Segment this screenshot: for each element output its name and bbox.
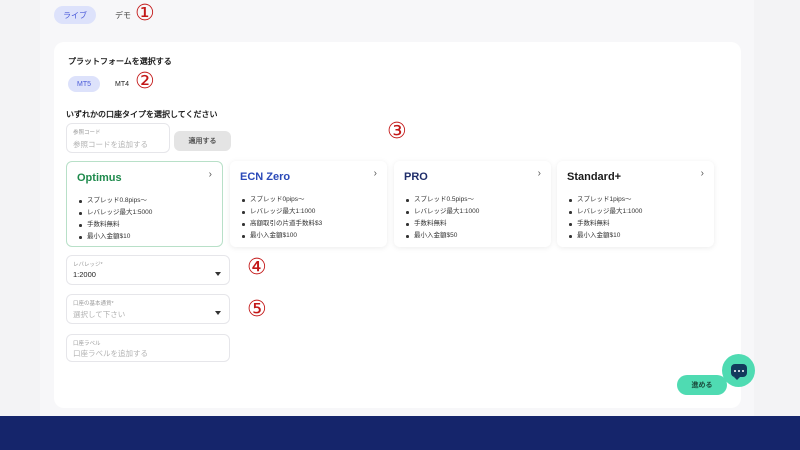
feature-item: 最小入金額$50	[405, 230, 479, 242]
referral-code-placeholder: 参照コードを追加する	[73, 140, 148, 149]
chat-icon	[730, 364, 747, 380]
account-label-field[interactable]: 口座ラベル 口座ラベルを追加する	[66, 334, 230, 362]
chat-button[interactable]	[722, 354, 755, 387]
annotation-4: ④	[247, 255, 267, 280]
annotation-1: ①	[135, 1, 155, 26]
base-currency-placeholder: 選択して下さい	[73, 310, 126, 319]
feature-item: スプレッド0.5pips〜	[405, 194, 479, 206]
annotation-5: ⑤	[247, 297, 267, 322]
feature-item: 手数料無料	[78, 219, 152, 231]
account-label-caption: 口座ラベル	[73, 341, 101, 347]
tab-mt4[interactable]: MT4	[106, 76, 138, 92]
referral-code-caption: 参照コード	[73, 130, 101, 136]
card-title: Standard+	[567, 171, 622, 183]
referral-code-field[interactable]: 参照コード 参照コードを追加する	[66, 123, 170, 153]
caret-down-icon	[215, 272, 221, 276]
card-title: PRO	[404, 171, 428, 183]
annotation-2: ②	[135, 69, 155, 94]
feature-list: スプレッド1pips〜 レバレッジ最大1:1000 手数料無料 最小入金額$10	[568, 194, 642, 242]
feature-item: レバレッジ最大1:1000	[241, 206, 322, 218]
feature-item: 手数料無料	[568, 218, 642, 230]
base-currency-select[interactable]: 口座の基本通貨* 選択して下さい	[66, 294, 230, 324]
caret-down-icon	[215, 311, 221, 315]
base-currency-caption: 口座の基本通貨*	[73, 301, 114, 307]
card-title: ECN Zero	[240, 171, 291, 183]
tab-live[interactable]: ライブ	[54, 6, 96, 24]
annotation-3: ③	[387, 119, 407, 144]
account-card-optimus[interactable]: Optimus › スプレッド0.8pips〜 レバレッジ最大1:5000 手数…	[66, 161, 223, 247]
chevron-right-icon: ›	[373, 168, 377, 179]
feature-item: 最小入金額$10	[78, 231, 152, 243]
footer-band	[0, 416, 800, 450]
feature-list: スプレッド0.5pips〜 レバレッジ最大1:1000 手数料無料 最小入金額$…	[405, 194, 479, 242]
card-title: Optimus	[77, 172, 122, 184]
feature-list: スプレッド0pips〜 レバレッジ最大1:1000 高額取引の片道手数料$3 最…	[241, 194, 322, 242]
account-card-standard-plus[interactable]: Standard+ › スプレッド1pips〜 レバレッジ最大1:1000 手数…	[557, 161, 714, 247]
feature-item: レバレッジ最大1:1000	[568, 206, 642, 218]
platform-heading: プラットフォームを選択する	[68, 57, 172, 66]
feature-item: スプレッド0pips〜	[241, 194, 322, 206]
account-card-ecn-zero[interactable]: ECN Zero › スプレッド0pips〜 レバレッジ最大1:1000 高額取…	[230, 161, 387, 247]
apply-button[interactable]: 適用する	[174, 131, 231, 151]
leverage-value: 1:2000	[73, 270, 96, 279]
account-card-pro[interactable]: PRO › スプレッド0.5pips〜 レバレッジ最大1:1000 手数料無料 …	[394, 161, 551, 247]
chevron-right-icon: ›	[700, 168, 704, 179]
account-type-heading: いずれかの口座タイプを選択してください	[66, 110, 218, 119]
feature-item: 手数料無料	[405, 218, 479, 230]
platform-tabs: MT5 MT4	[68, 76, 138, 92]
feature-item: レバレッジ最大1:1000	[405, 206, 479, 218]
chevron-right-icon: ›	[537, 168, 541, 179]
start-button[interactable]: 進める	[677, 375, 727, 395]
leverage-select[interactable]: レバレッジ* 1:2000	[66, 255, 230, 285]
feature-item: 最小入金額$10	[568, 230, 642, 242]
feature-item: 高額取引の片道手数料$3	[241, 218, 322, 230]
feature-item: スプレッド0.8pips〜	[78, 195, 152, 207]
chevron-right-icon: ›	[208, 169, 212, 180]
feature-list: スプレッド0.8pips〜 レバレッジ最大1:5000 手数料無料 最小入金額$…	[78, 195, 152, 243]
tab-mt5[interactable]: MT5	[68, 76, 100, 92]
feature-item: スプレッド1pips〜	[568, 194, 642, 206]
leverage-caption: レバレッジ*	[73, 262, 103, 268]
feature-item: レバレッジ最大1:5000	[78, 207, 152, 219]
feature-item: 最小入金額$100	[241, 230, 322, 242]
mode-tabs: ライブ デモ	[54, 6, 140, 24]
account-label-placeholder: 口座ラベルを追加する	[73, 349, 148, 358]
